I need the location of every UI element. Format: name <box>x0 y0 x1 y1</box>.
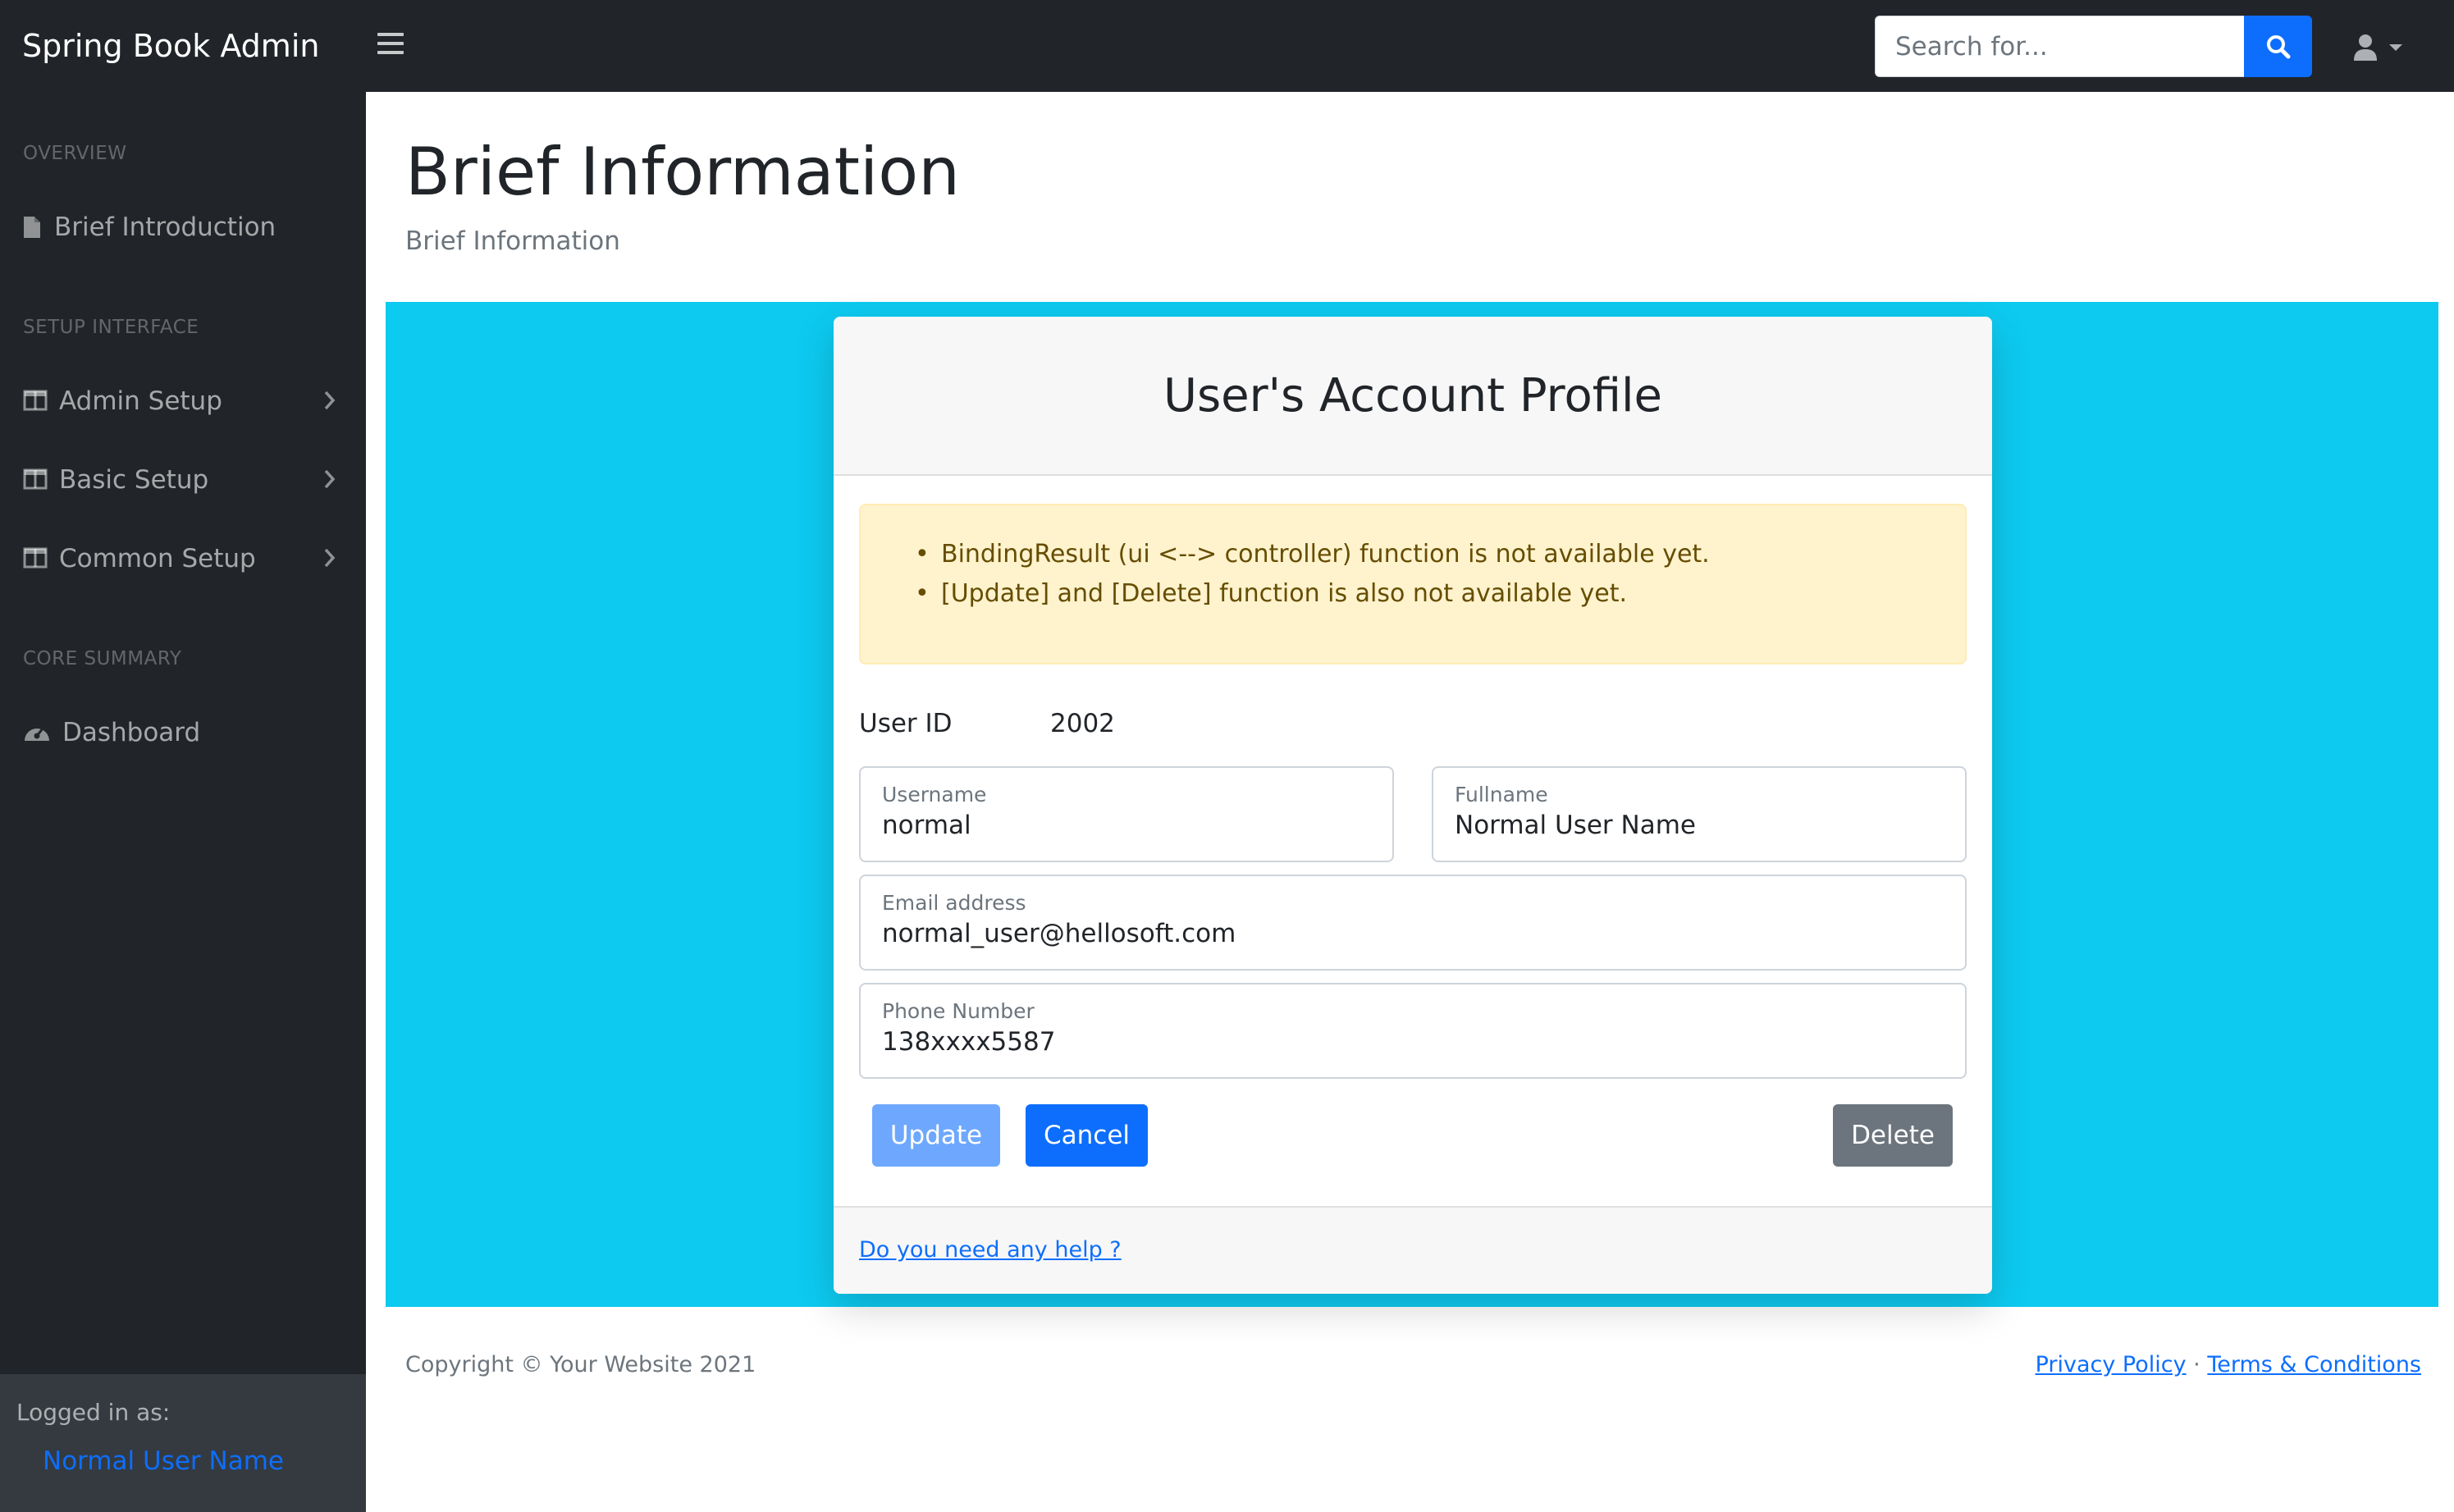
card-footer: Do you need any help ? <box>834 1206 1992 1294</box>
terms-link[interactable]: Terms & Conditions <box>2207 1352 2421 1377</box>
search-input[interactable] <box>1875 16 2244 77</box>
sidebar-item-label: Admin Setup <box>59 386 222 416</box>
sidebar-heading-core-summary: CORE SUMMARY <box>23 648 182 669</box>
sidebar-item-label: Common Setup <box>59 544 256 573</box>
email-field[interactable]: Email address normal_user@hellosoft.com <box>859 875 1967 971</box>
sidebar-item-brief-introduction[interactable]: Brief Introduction <box>0 198 366 257</box>
card-header: User's Account Profile <box>834 317 1992 476</box>
cancel-button[interactable]: Cancel <box>1026 1104 1148 1167</box>
username-field[interactable]: Username normal <box>859 766 1394 862</box>
user-menu-button[interactable] <box>2353 31 2411 64</box>
chevron-right-icon <box>324 469 336 489</box>
fullname-field[interactable]: Fullname Normal User Name <box>1432 766 1967 862</box>
sidebar-item-admin-setup[interactable]: Admin Setup <box>0 372 366 431</box>
phone-label: Phone Number <box>882 999 1035 1023</box>
email-value: normal_user@hellosoft.com <box>882 919 1236 948</box>
sidebar-item-basic-setup[interactable]: Basic Setup <box>0 450 366 509</box>
alert-item: BindingResult (ui <--> controller) funct… <box>861 535 1965 574</box>
top-navbar: Spring Book Admin <box>0 0 2454 92</box>
phone-field[interactable]: Phone Number 138xxxx5587 <box>859 983 1967 1079</box>
copyright-text: Copyright © Your Website 2021 <box>405 1352 756 1377</box>
user-id-label: User ID <box>859 709 953 738</box>
privacy-policy-link[interactable]: Privacy Policy <box>2036 1352 2187 1377</box>
sidebar-item-label: Basic Setup <box>59 465 209 495</box>
delete-button[interactable]: Delete <box>1833 1104 1953 1167</box>
username-value: normal <box>882 811 971 840</box>
footer-separator: · <box>2193 1352 2200 1377</box>
email-label: Email address <box>882 891 1026 915</box>
fullname-label: Fullname <box>1455 783 1548 806</box>
logged-in-user-name[interactable]: Normal User Name <box>43 1446 284 1476</box>
update-button[interactable]: Update <box>872 1104 1000 1167</box>
sidebar-item-label: Brief Introduction <box>54 212 276 242</box>
sidebar-heading-overview: OVERVIEW <box>23 143 127 164</box>
page-title: Brief Information <box>405 134 960 210</box>
account-profile-card: User's Account Profile BindingResult (ui… <box>834 317 1992 1294</box>
sidebar-item-label: Dashboard <box>62 718 201 747</box>
sidebar: OVERVIEW Brief Introduction SETUP INTERF… <box>0 92 366 1512</box>
breadcrumb: Brief Information <box>405 226 620 256</box>
columns-icon <box>23 547 48 569</box>
help-link[interactable]: Do you need any help ? <box>859 1237 1122 1263</box>
username-label: Username <box>882 783 987 806</box>
app-brand[interactable]: Spring Book Admin <box>22 25 319 67</box>
footer-links: Privacy Policy · Terms & Conditions <box>2036 1352 2421 1377</box>
card-title: User's Account Profile <box>1163 368 1663 423</box>
chevron-right-icon <box>324 548 336 568</box>
fullname-value: Normal User Name <box>1455 811 1696 840</box>
columns-icon <box>23 468 48 490</box>
user-icon <box>2354 34 2377 61</box>
logged-in-label: Logged in as: <box>16 1399 171 1426</box>
sidebar-item-common-setup[interactable]: Common Setup <box>0 529 366 588</box>
phone-value: 138xxxx5587 <box>882 1027 1056 1057</box>
sidebar-toggle-icon[interactable] <box>377 33 404 59</box>
user-id-value: 2002 <box>1050 709 1115 738</box>
caret-down-icon <box>2389 44 2402 51</box>
alert-list: BindingResult (ui <--> controller) funct… <box>861 535 1965 614</box>
search-icon <box>2266 34 2290 58</box>
sidebar-footer: Logged in as: Normal User Name <box>0 1374 366 1512</box>
search-form <box>1875 16 2312 77</box>
search-button[interactable] <box>2244 16 2312 77</box>
chevron-right-icon <box>324 391 336 410</box>
dashboard-icon <box>25 728 49 741</box>
file-icon <box>24 217 40 238</box>
alert-item: [Update] and [Delete] function is also n… <box>861 574 1965 614</box>
sidebar-item-dashboard[interactable]: Dashboard <box>0 703 366 762</box>
sidebar-heading-setup-interface: SETUP INTERFACE <box>23 317 199 338</box>
warning-alert: BindingResult (ui <--> controller) funct… <box>859 504 1967 665</box>
columns-icon <box>23 390 48 411</box>
